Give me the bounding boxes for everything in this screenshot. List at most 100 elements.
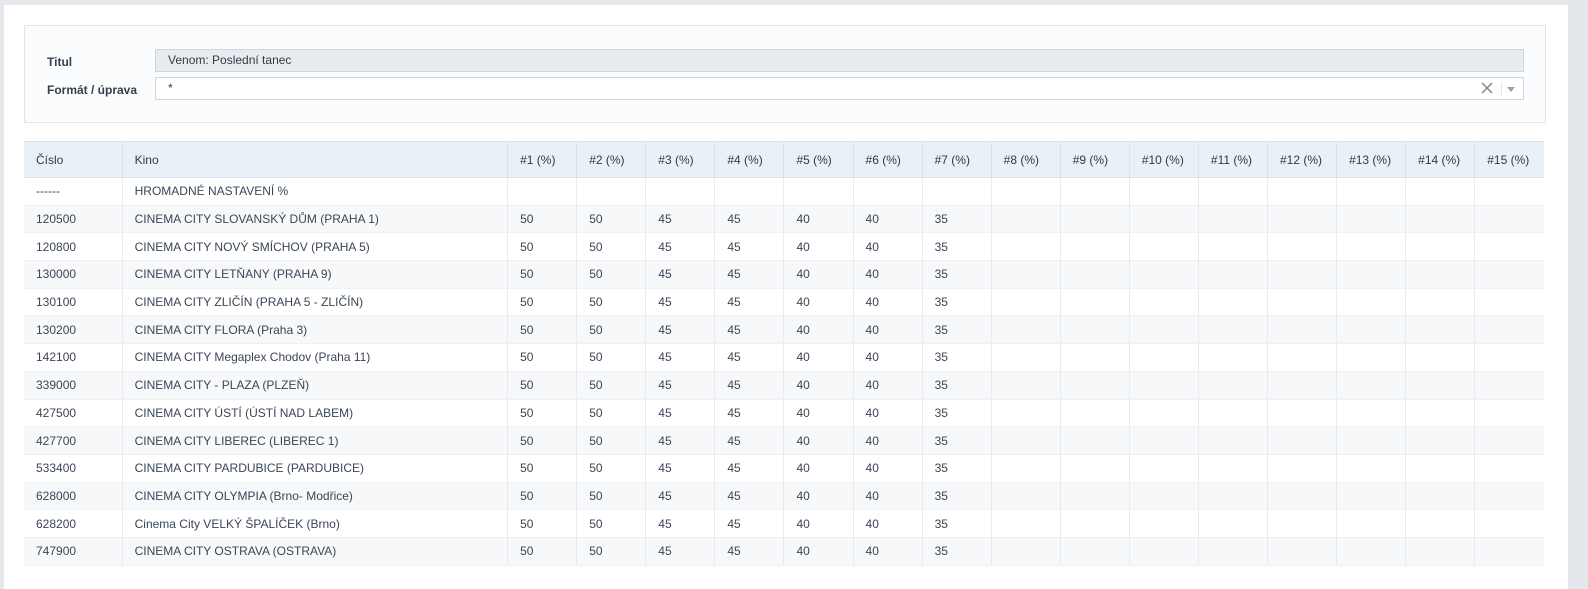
percent-cell[interactable]: [1198, 177, 1268, 206]
percent-cell[interactable]: 50: [507, 509, 578, 538]
percent-cell[interactable]: 35: [922, 399, 992, 428]
percent-cell[interactable]: 40: [783, 399, 854, 428]
percent-cell[interactable]: 40: [853, 454, 923, 483]
percent-cell[interactable]: [991, 509, 1061, 538]
percent-cell[interactable]: 50: [507, 288, 578, 317]
percent-cell[interactable]: 50: [507, 426, 578, 455]
percent-cell[interactable]: [1474, 232, 1544, 262]
percent-cell[interactable]: [1129, 454, 1199, 483]
percent-cell[interactable]: [1405, 454, 1476, 483]
percent-cell[interactable]: 50: [507, 371, 578, 400]
percent-cell[interactable]: 35: [922, 537, 992, 566]
percent-cell[interactable]: 35: [922, 482, 992, 511]
percent-cell[interactable]: [1474, 537, 1544, 566]
percent-cell[interactable]: [1060, 371, 1130, 400]
percent-cell[interactable]: 45: [645, 232, 716, 262]
percent-cell[interactable]: [1129, 205, 1199, 234]
percent-cell[interactable]: 40: [783, 537, 854, 566]
percent-cell[interactable]: 45: [714, 509, 785, 538]
percent-cell[interactable]: [1336, 177, 1407, 206]
percent-cell[interactable]: [1198, 260, 1268, 289]
percent-cell[interactable]: 40: [853, 426, 923, 455]
percent-cell[interactable]: [1060, 454, 1130, 483]
percent-cell[interactable]: 50: [507, 482, 578, 511]
column-header[interactable]: #3 (%): [645, 141, 716, 178]
percent-cell[interactable]: 40: [783, 371, 854, 400]
percent-cell[interactable]: 45: [645, 343, 716, 372]
percent-cell[interactable]: 40: [853, 232, 923, 262]
percent-cell[interactable]: [991, 537, 1061, 566]
percent-cell[interactable]: [1405, 537, 1476, 566]
percent-cell[interactable]: [1405, 260, 1476, 289]
percent-cell[interactable]: [1060, 260, 1130, 289]
percent-cell[interactable]: 40: [853, 537, 923, 566]
percent-cell[interactable]: 45: [714, 260, 785, 289]
percent-cell[interactable]: 50: [576, 399, 647, 428]
table-row[interactable]: 142100 CINEMA CITY Megaplex Chodov (Praha…: [24, 343, 1544, 372]
percent-cell[interactable]: [1198, 232, 1268, 262]
percent-cell[interactable]: [991, 343, 1061, 372]
percent-cell[interactable]: [991, 260, 1061, 289]
table-row[interactable]: 130000 CINEMA CITY LETŇANY (PRAHA 9) 50 50 4…: [24, 260, 1544, 289]
percent-cell[interactable]: 50: [576, 454, 647, 483]
percent-cell[interactable]: 35: [922, 509, 992, 538]
percent-cell[interactable]: 45: [714, 205, 785, 234]
percent-cell[interactable]: 40: [853, 288, 923, 317]
percent-cell[interactable]: [1336, 343, 1407, 372]
percent-cell[interactable]: [1405, 426, 1476, 455]
percent-cell[interactable]: 40: [783, 288, 854, 317]
percent-cell[interactable]: [1474, 205, 1544, 234]
percent-cell[interactable]: [1267, 371, 1338, 400]
percent-cell[interactable]: [1336, 260, 1407, 289]
table-row[interactable]: 130100 CINEMA CITY ZLIČÍN (PRAHA 5 - ZLIČ…: [24, 288, 1544, 317]
percent-cell[interactable]: [1129, 288, 1199, 317]
percent-cell[interactable]: [1198, 315, 1268, 345]
percent-cell[interactable]: 40: [783, 454, 854, 483]
percent-cell[interactable]: 45: [714, 454, 785, 483]
column-header[interactable]: Kino: [122, 141, 509, 178]
percent-cell[interactable]: [1474, 371, 1544, 400]
percent-cell[interactable]: [1405, 288, 1476, 317]
column-header[interactable]: #14 (%): [1405, 141, 1476, 178]
percent-cell[interactable]: [1198, 509, 1268, 538]
percent-cell[interactable]: 50: [576, 260, 647, 289]
percent-cell[interactable]: [1474, 315, 1544, 345]
column-header[interactable]: #1 (%): [507, 141, 578, 178]
percent-cell[interactable]: 50: [507, 205, 578, 234]
percent-cell[interactable]: 50: [576, 509, 647, 538]
percent-cell[interactable]: 50: [576, 537, 647, 566]
table-row[interactable]: 628200 Cinema City VELKÝ ŠPALÍČEK (Brno) 5…: [24, 509, 1544, 538]
percent-cell[interactable]: 45: [645, 509, 716, 538]
percent-cell[interactable]: [1198, 371, 1268, 400]
percent-cell[interactable]: 35: [922, 232, 992, 262]
clear-icon[interactable]: [1479, 80, 1495, 96]
percent-cell[interactable]: [1336, 399, 1407, 428]
percent-cell[interactable]: 50: [507, 399, 578, 428]
percent-cell[interactable]: [1405, 509, 1476, 538]
percent-cell[interactable]: 45: [714, 482, 785, 511]
percent-cell[interactable]: [1198, 288, 1268, 317]
percent-cell[interactable]: 40: [783, 260, 854, 289]
percent-cell[interactable]: [507, 177, 578, 206]
percent-cell[interactable]: 50: [507, 232, 578, 262]
column-header[interactable]: #7 (%): [922, 141, 992, 178]
percent-cell[interactable]: [1267, 426, 1338, 455]
percent-cell[interactable]: [1336, 232, 1407, 262]
percent-cell[interactable]: 40: [783, 205, 854, 234]
percent-cell[interactable]: 50: [576, 371, 647, 400]
column-header[interactable]: #12 (%): [1267, 141, 1338, 178]
percent-cell[interactable]: [1405, 177, 1476, 206]
percent-cell[interactable]: [1474, 454, 1544, 483]
percent-cell[interactable]: [1198, 399, 1268, 428]
percent-cell[interactable]: [1129, 232, 1199, 262]
percent-cell[interactable]: [1060, 343, 1130, 372]
table-row[interactable]: 120500 CINEMA CITY SLOVANSKÝ DŮM (PRAHA 1…: [24, 205, 1544, 234]
percent-cell[interactable]: [991, 205, 1061, 234]
table-row[interactable]: 747900 CINEMA CITY OSTRAVA (OSTRAVA) 50 50 4…: [24, 537, 1544, 566]
percent-cell[interactable]: [991, 426, 1061, 455]
percent-cell[interactable]: 45: [645, 399, 716, 428]
percent-cell[interactable]: [1336, 426, 1407, 455]
percent-cell[interactable]: 35: [922, 205, 992, 234]
percent-cell[interactable]: [991, 454, 1061, 483]
percent-cell[interactable]: [1129, 343, 1199, 372]
